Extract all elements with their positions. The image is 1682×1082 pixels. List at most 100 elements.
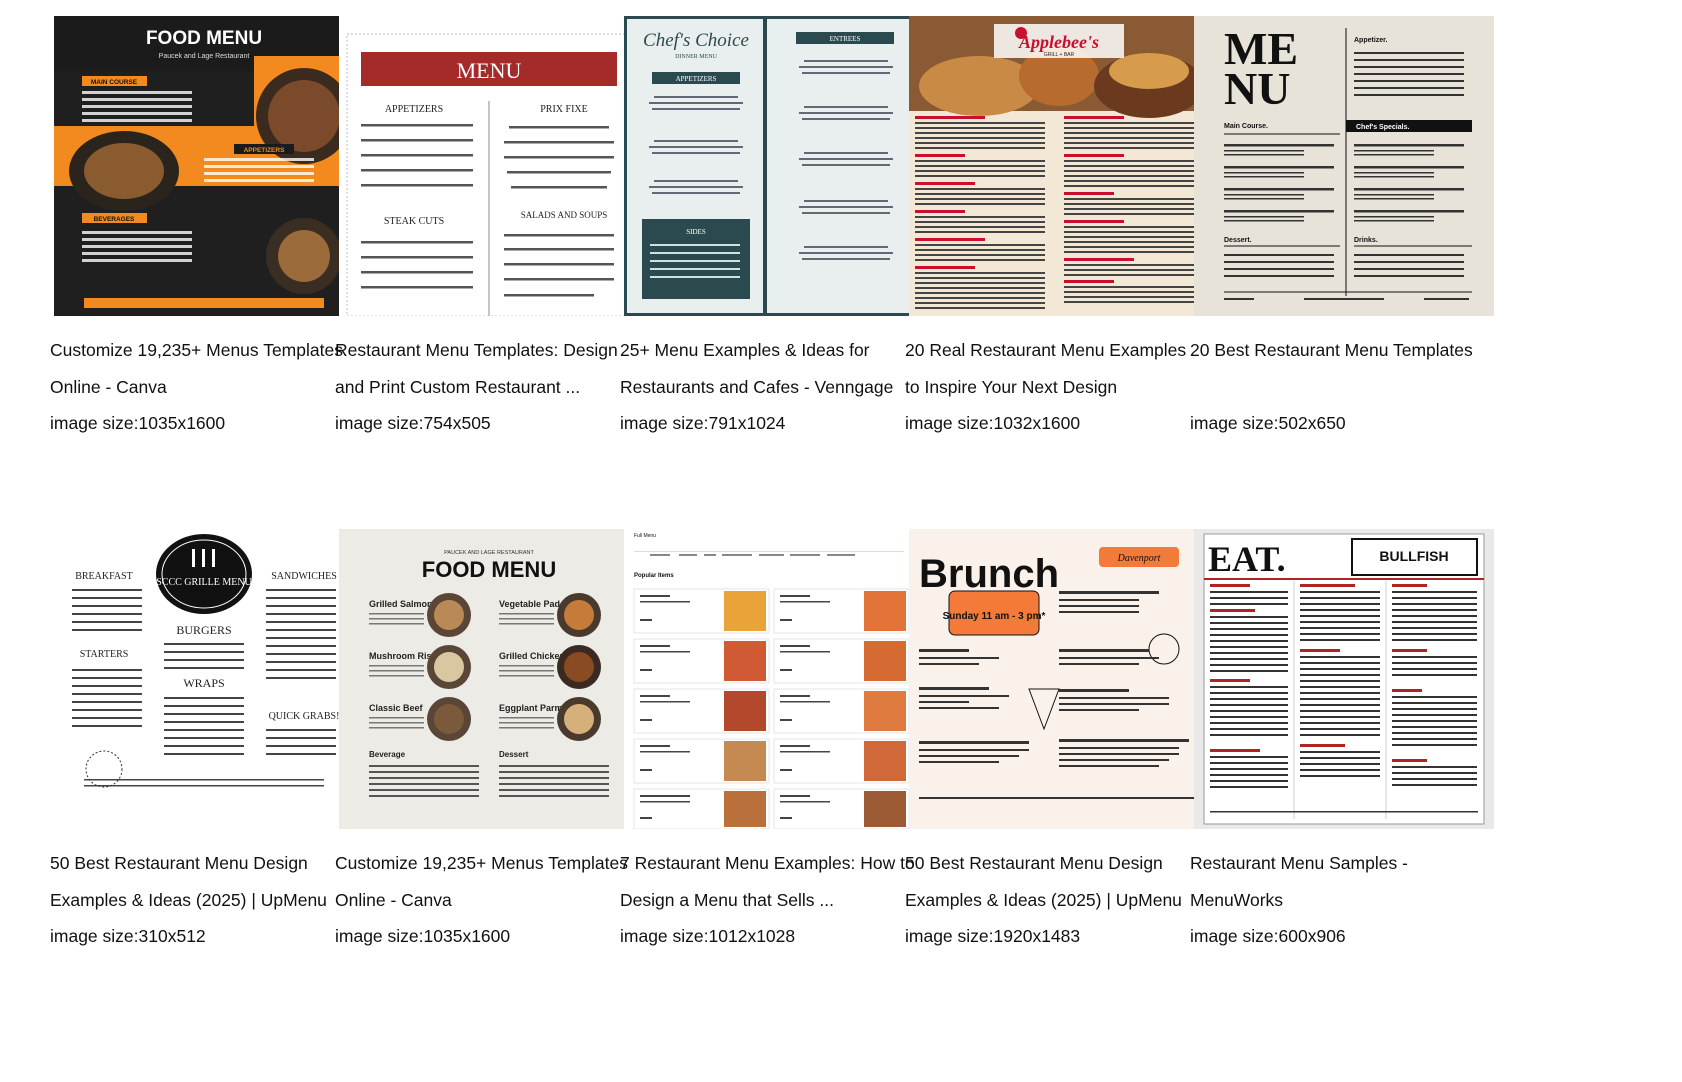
- result-thumbnail[interactable]: EAT. BULLFISH: [1194, 529, 1494, 829]
- thumb-section: Beverage: [369, 750, 406, 759]
- thumb-logo: BULLFISH: [1379, 548, 1448, 564]
- menu-thumbnail-image: Chef's Choice DINNER MENU APPETIZERS ENT…: [624, 16, 924, 316]
- result-title-line[interactable]: 25+ Menu Examples & Ideas for: [620, 332, 920, 369]
- menu-thumbnail-image: PAUCEK AND LAGE RESTAURANT FOOD MENU Gri…: [339, 529, 639, 829]
- result-title-line[interactable]: 20 Best Restaurant Menu Templates: [1190, 332, 1490, 369]
- result-title[interactable]: Restaurant Menu Samples - MenuWorks: [1190, 845, 1490, 919]
- thumb-logo: Davenport: [1117, 553, 1161, 564]
- result-title-line[interactable]: and Print Custom Restaurant ...: [335, 369, 635, 406]
- result-thumbnail[interactable]: MENU APPETIZERS PRIX FIXE STEAK CUTS SAL…: [339, 16, 639, 316]
- thumb-subheading: PAUCEK AND LAGE RESTAURANT: [444, 550, 534, 556]
- result-title[interactable]: Customize 19,235+ Menus Templates Online…: [335, 845, 635, 919]
- result-image-size: image size:791x1024: [620, 413, 786, 433]
- thumb-heading: FOOD MENU: [422, 557, 556, 582]
- result-thumbnail[interactable]: SCCC GRILLE MENU BREAKFAST SANDWICHES BU…: [54, 529, 354, 829]
- thumb-top: Full Menu: [634, 533, 656, 539]
- thumb-section: SANDWICHES: [271, 571, 337, 582]
- result-image-size: image size:1012x1028: [620, 926, 796, 946]
- result-image-size: image size:600x906: [1190, 926, 1346, 946]
- thumb-section: BEVERAGES: [94, 216, 135, 223]
- thumb-heading: NU: [1224, 63, 1290, 114]
- menu-thumbnail-image: SCCC GRILLE MENU BREAKFAST SANDWICHES BU…: [54, 529, 354, 829]
- menu-thumbnail-image: Full Menu Popular Items: [624, 529, 924, 829]
- thumb-section: MAIN COURSE: [91, 79, 138, 86]
- thumb-section: QUICK GRABS!: [269, 711, 340, 722]
- thumb-section: Dessert.: [1224, 237, 1252, 244]
- menu-thumbnail-image: MENU APPETIZERS PRIX FIXE STEAK CUTS SAL…: [339, 16, 639, 316]
- thumb-subheading: GRILL + BAR: [1044, 52, 1075, 58]
- result-title-line[interactable]: Restaurants and Cafes - Venngage: [620, 369, 920, 406]
- thumb-section: APPETIZERS: [676, 75, 717, 83]
- thumb-section: SIDES: [686, 228, 706, 236]
- thumb-section: WRAPS: [183, 676, 224, 690]
- thumb-section: APPETIZERS: [244, 147, 285, 154]
- thumb-section: Appetizer.: [1354, 37, 1388, 44]
- result-title[interactable]: 50 Best Restaurant Menu Design Examples …: [50, 845, 350, 919]
- result-thumbnail[interactable]: ME NU Appetizer. Main Course. Chef's Spe: [1194, 16, 1494, 316]
- result-image-size: image size:754x505: [335, 413, 491, 433]
- thumb-heading: Applebee's: [1018, 32, 1099, 52]
- result-title-line[interactable]: MenuWorks: [1190, 882, 1490, 919]
- result-title-line[interactable]: 20 Real Restaurant Menu Examples: [905, 332, 1205, 369]
- menu-thumbnail-image: ME NU Appetizer. Main Course. Chef's Spe: [1194, 16, 1494, 316]
- result-image-size: image size:502x650: [1190, 413, 1346, 433]
- result-title-line[interactable]: 50 Best Restaurant Menu Design: [905, 845, 1205, 882]
- result-title-line[interactable]: Examples & Ideas (2025) | UpMenu: [905, 882, 1205, 919]
- thumb-section: STEAK CUTS: [384, 216, 444, 227]
- thumb-item: Grilled Salmon: [369, 599, 433, 609]
- result-title-line[interactable]: Restaurant Menu Samples -: [1190, 845, 1490, 882]
- result-thumbnail[interactable]: Applebee's GRILL + BAR: [909, 16, 1209, 316]
- menu-thumbnail-image: EAT. BULLFISH: [1194, 529, 1494, 829]
- result-title-line[interactable]: Customize 19,235+ Menus Templates: [335, 845, 635, 882]
- thumb-heading: SCCC GRILLE MENU: [156, 577, 252, 588]
- thumb-heading: Brunch: [919, 552, 1059, 596]
- menu-thumbnail-image: Brunch Sunday 11 am - 3 pm* Davenport: [909, 529, 1209, 829]
- thumb-section: BURGERS: [176, 623, 231, 637]
- result-thumbnail[interactable]: FOOD MENU Paucek and Lage Restaurant MAI…: [54, 16, 354, 316]
- thumb-section: Drinks.: [1354, 237, 1378, 244]
- result-thumbnail[interactable]: Full Menu Popular Items: [624, 529, 924, 829]
- thumb-section: Main Course.: [1224, 123, 1268, 130]
- thumb-badge: Sunday 11 am - 3 pm*: [943, 611, 1046, 622]
- thumb-section: PRIX FIXE: [540, 104, 588, 115]
- result-title-line[interactable]: 7 Restaurant Menu Examples: How to: [620, 845, 920, 882]
- result-title[interactable]: 25+ Menu Examples & Ideas for Restaurant…: [620, 332, 920, 406]
- result-title-line[interactable]: to Inspire Your Next Design: [905, 369, 1205, 406]
- result-title-line[interactable]: 50 Best Restaurant Menu Design: [50, 845, 350, 882]
- thumb-subheading: DINNER MENU: [675, 54, 717, 60]
- thumb-section: Chef's Specials.: [1356, 124, 1409, 131]
- result-title-line[interactable]: Restaurant Menu Templates: Design: [335, 332, 635, 369]
- thumb-section: BREAKFAST: [75, 571, 133, 582]
- thumb-heading: Chef's Choice: [643, 30, 749, 51]
- thumb-heading: EAT.: [1208, 539, 1286, 579]
- result-title-line[interactable]: Examples & Ideas (2025) | UpMenu: [50, 882, 350, 919]
- thumb-section: SALADS AND SOUPS: [521, 210, 608, 220]
- result-title-line[interactable]: Design a Menu that Sells ...: [620, 882, 920, 919]
- thumb-subheading: Paucek and Lage Restaurant: [159, 53, 250, 60]
- result-image-size: image size:1035x1600: [50, 413, 226, 433]
- result-title-line[interactable]: Online - Canva: [50, 369, 350, 406]
- result-thumbnail[interactable]: Brunch Sunday 11 am - 3 pm* Davenport: [909, 529, 1209, 829]
- result-title[interactable]: 20 Best Restaurant Menu Templates: [1190, 332, 1490, 369]
- result-title[interactable]: 7 Restaurant Menu Examples: How to Desig…: [620, 845, 920, 919]
- thumb-item: Grilled Chicken: [499, 651, 565, 661]
- result-image-size: image size:1920x1483: [905, 926, 1081, 946]
- result-thumbnail[interactable]: Chef's Choice DINNER MENU APPETIZERS ENT…: [624, 16, 924, 316]
- thumb-section: APPETIZERS: [385, 104, 443, 115]
- thumb-section: STARTERS: [80, 649, 129, 660]
- result-title[interactable]: Customize 19,235+ Menus Templates Online…: [50, 332, 350, 406]
- result-title[interactable]: 20 Real Restaurant Menu Examples to Insp…: [905, 332, 1205, 406]
- result-thumbnail[interactable]: PAUCEK AND LAGE RESTAURANT FOOD MENU Gri…: [339, 529, 639, 829]
- thumb-section: ENTREES: [830, 35, 861, 43]
- result-title[interactable]: 50 Best Restaurant Menu Design Examples …: [905, 845, 1205, 919]
- menu-thumbnail-image: FOOD MENU Paucek and Lage Restaurant MAI…: [54, 16, 354, 316]
- result-title[interactable]: Restaurant Menu Templates: Design and Pr…: [335, 332, 635, 406]
- thumb-item: Classic Beef: [369, 703, 424, 713]
- result-image-size: image size:1032x1600: [905, 413, 1081, 433]
- image-results-page: FOOD MENU Paucek and Lage Restaurant MAI…: [0, 0, 1682, 1082]
- thumb-heading: Popular Items: [634, 573, 674, 579]
- result-image-size: image size:310x512: [50, 926, 206, 946]
- result-title-line[interactable]: Online - Canva: [335, 882, 635, 919]
- thumb-heading: FOOD MENU: [146, 28, 262, 49]
- result-title-line[interactable]: Customize 19,235+ Menus Templates: [50, 332, 350, 369]
